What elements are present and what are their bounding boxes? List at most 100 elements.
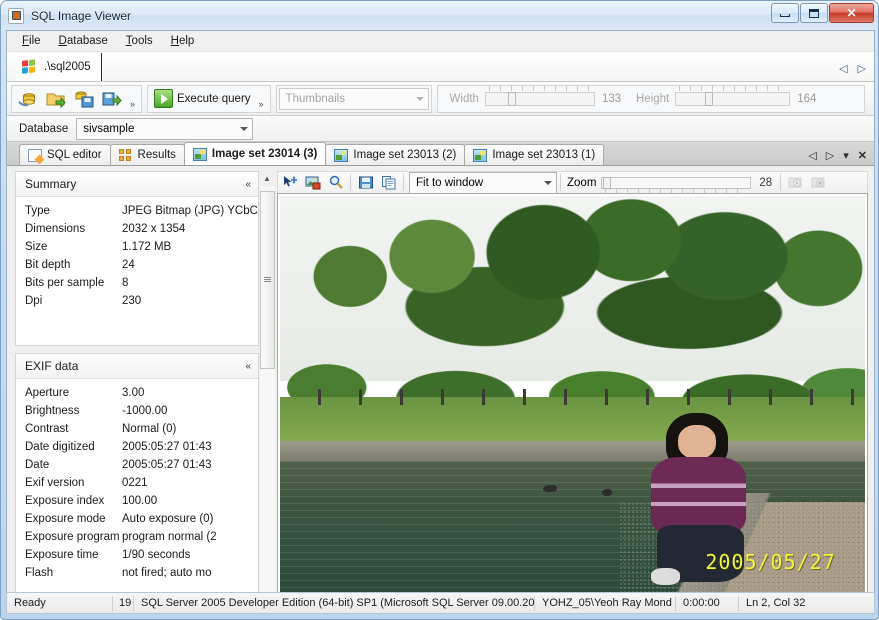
database-value: sivsample [83, 123, 134, 135]
summary-header[interactable]: Summary « [16, 172, 258, 197]
height-slider[interactable] [675, 92, 790, 106]
scrollbar-track[interactable] [260, 186, 275, 592]
execute-query-label: Execute query [177, 93, 251, 105]
pan-tool-icon[interactable] [278, 173, 301, 193]
width-slider[interactable] [485, 92, 595, 106]
width-label: Width [450, 93, 479, 105]
toolbar-separator [350, 174, 351, 191]
image-set-icon [473, 149, 487, 162]
zoom-label: Zoom [567, 177, 596, 189]
execute-toolbar-overflow[interactable]: » [255, 99, 268, 109]
magnifier-icon[interactable] [324, 173, 347, 193]
minimize-button[interactable] [771, 3, 799, 23]
summary-title: Summary [25, 177, 76, 191]
status-caret-position: Ln 2, Col 32 [739, 595, 812, 611]
main-toolbar: » Execute query » Thumbnails Width [7, 82, 874, 116]
close-button[interactable]: ✕ [829, 3, 874, 23]
maximize-button[interactable] [800, 3, 828, 23]
slideshow-stop-icon[interactable] [807, 173, 830, 193]
status-server-info: SQL Server 2005 Developer Edition (64-bi… [134, 595, 534, 611]
select-image-icon[interactable] [301, 173, 324, 193]
photo-person-shoe [651, 568, 681, 585]
photo-datestamp: 2005/05/27 [705, 550, 835, 574]
property-key: Contrast [16, 423, 122, 435]
connection-prev-icon[interactable]: ◁ [839, 62, 847, 75]
property-value: 8 [122, 277, 128, 289]
tab-image-set-23013-2[interactable]: Image set 23013 (2) [325, 144, 465, 165]
status-ready: Ready [7, 595, 112, 611]
app-icon [8, 8, 24, 24]
copy-icon[interactable] [377, 173, 400, 193]
property-value: 3.00 [122, 387, 144, 399]
content-area: Summary « Type JPEG Bitmap (JPG) YCbCr D… [7, 166, 874, 607]
fit-mode-dropdown[interactable]: Fit to window [409, 172, 557, 194]
property-key: Brightness [16, 405, 122, 417]
exif-row: Contrast Normal (0) [16, 420, 258, 438]
tab-list-icon[interactable]: ▾ [843, 149, 849, 162]
windows-flag-icon [22, 59, 37, 75]
tab-close-icon[interactable]: ✕ [858, 149, 867, 162]
image-canvas[interactable]: 2005/05/27 [277, 193, 868, 601]
exif-body: Aperture 3.00 Brightness -1000.00 Contra… [16, 379, 258, 586]
chevron-up-icon[interactable]: « [245, 179, 251, 190]
tab-results[interactable]: Results [110, 144, 185, 165]
exif-header[interactable]: EXIF data « [16, 354, 258, 379]
summary-row: Bits per sample 8 [16, 274, 258, 292]
exif-row: Exposure time 1/90 seconds [16, 546, 258, 564]
menu-database[interactable]: Database [50, 33, 117, 49]
width-slider-ticks [489, 86, 591, 91]
menu-file[interactable]: File [13, 33, 50, 49]
save-icon[interactable] [354, 173, 377, 193]
title-bar: SQL Image Viewer ✕ [1, 1, 878, 30]
property-value: -1000.00 [122, 405, 167, 417]
view-mode-value: Thumbnails [286, 93, 345, 105]
status-elapsed-time: 0:00:00 [676, 595, 738, 611]
connection-tab-strip: .\sql2005 ◁ ▷ [7, 52, 874, 82]
height-slider-thumb[interactable] [705, 92, 713, 106]
database-toolbar-overflow[interactable]: » [126, 99, 139, 109]
tab-label: Results [138, 149, 176, 161]
tab-prev-icon[interactable]: ◁ [808, 149, 816, 162]
tab-sql-editor[interactable]: SQL editor [19, 144, 111, 165]
tab-label: Image set 23013 (1) [492, 149, 595, 161]
status-count: 19 [113, 595, 133, 611]
metadata-scrollbar[interactable]: ▲ ▼ [259, 166, 275, 607]
property-key: Exposure index [16, 495, 122, 507]
zoom-slider[interactable] [601, 177, 751, 189]
height-value: 164 [797, 93, 821, 105]
zoom-slider-thumb[interactable] [603, 177, 611, 189]
client-area: File Database Tools Help .\sql2005 ◁ ▷ [6, 30, 875, 608]
save-query-icon[interactable] [98, 86, 126, 112]
execute-query-button[interactable]: Execute query [150, 86, 255, 112]
photo-person-sweater [651, 457, 746, 535]
menu-tools[interactable]: Tools [117, 33, 162, 49]
open-query-icon[interactable] [42, 86, 70, 112]
application-window: SQL Image Viewer ✕ File Database Tools H… [0, 0, 879, 620]
scrollbar-thumb[interactable] [260, 191, 275, 369]
summary-row: Size 1.172 MB [16, 238, 258, 256]
summary-group: Summary « Type JPEG Bitmap (JPG) YCbCr D… [15, 171, 259, 346]
photo-far-wall [280, 441, 865, 461]
property-key: Exposure program [16, 531, 122, 543]
tab-image-set-23014-3[interactable]: Image set 23014 (3) [184, 142, 326, 165]
height-slider-ticks [679, 86, 786, 91]
connection-tab[interactable]: .\sql2005 [16, 53, 102, 81]
connect-database-icon[interactable] [14, 86, 42, 112]
database-label: Database [19, 123, 68, 135]
save-database-icon[interactable] [70, 86, 98, 112]
view-mode-dropdown[interactable]: Thumbnails [279, 88, 429, 110]
slideshow-play-icon[interactable] [784, 173, 807, 193]
exif-row: Exposure program program normal (2 [16, 528, 258, 546]
database-dropdown[interactable]: sivsample [76, 118, 253, 140]
tab-navigation: ◁ ▷ ▾ ✕ [808, 149, 867, 162]
property-value: program normal (2 [122, 531, 217, 543]
tab-next-icon[interactable]: ▷ [826, 149, 834, 162]
chevron-up-icon[interactable]: « [245, 361, 251, 372]
tab-image-set-23013-1[interactable]: Image set 23013 (1) [464, 144, 604, 165]
width-slider-thumb[interactable] [508, 92, 516, 106]
menu-help[interactable]: Help [162, 33, 204, 49]
view-mode-group: Thumbnails [276, 85, 432, 113]
property-key: Aperture [16, 387, 122, 399]
scroll-up-icon[interactable]: ▲ [260, 171, 275, 186]
connection-next-icon[interactable]: ▷ [858, 62, 866, 75]
